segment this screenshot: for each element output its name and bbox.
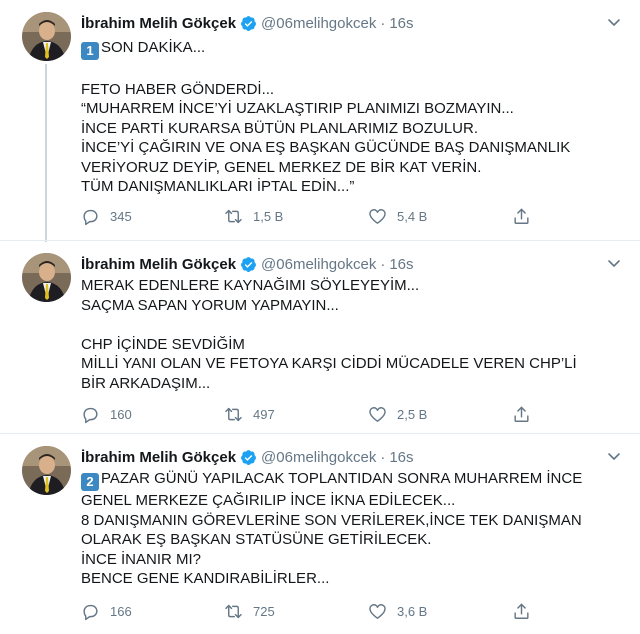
tweet-text: 1 SON DAKİKA... FETO HABER GÖNDERDİ... “M… <box>81 38 621 197</box>
tweet-thread: İbrahim Melih Gökçek @06melihgokcek · 16… <box>0 0 640 634</box>
reply-icon <box>83 604 98 620</box>
retweet-count: 1,5 B <box>253 208 284 224</box>
like-count: 2,5 B <box>397 406 428 422</box>
tweet-3[interactable]: İbrahim Melih Gökçek @06melihgokcek · 16… <box>0 433 640 634</box>
reply-button[interactable]: 160 <box>81 404 132 424</box>
tweet-line: “MUHARREM İNCE’Yİ UZAKLAŞTIRIP PLANIMIZI… <box>81 100 514 117</box>
avatar[interactable] <box>22 253 71 302</box>
tweet-line: BENCE GENE KANDIRABİLİRLER... <box>81 570 330 587</box>
like-button[interactable]: 2,5 B <box>368 404 427 424</box>
tweet-actions: 160 497 2,5 B <box>81 404 541 424</box>
share-button[interactable] <box>512 601 541 621</box>
chevron-down-icon[interactable] <box>606 14 622 30</box>
tweet-timestamp[interactable]: 16s <box>389 449 413 466</box>
tweet-header: İbrahim Melih Gökçek @06melihgokcek · 16… <box>81 13 414 33</box>
chevron-down-icon[interactable] <box>606 255 622 271</box>
tweet-line: SAÇMA SAPAN YORUM YAPMAYIN... <box>81 296 339 314</box>
reply-icon <box>83 407 98 423</box>
tweet-line: GENEL MERKEZE ÇAĞIRILIP İNCE İKNA EDİLEC… <box>81 492 456 509</box>
share-button[interactable] <box>512 206 541 226</box>
heart-icon <box>369 406 386 422</box>
tweet-line <box>81 315 621 335</box>
tweet-1[interactable]: İbrahim Melih Gökçek @06melihgokcek · 16… <box>0 0 640 242</box>
tweet-line: İNCE PARTİ KURARSA BÜTÜN PLANLARIMIZ BOZ… <box>81 119 479 137</box>
retweet-icon <box>225 604 242 618</box>
author-handle[interactable]: @06melihgokcek <box>261 449 376 466</box>
separator-dot: · <box>380 14 386 32</box>
tweet-actions: 345 1,5 B 5,4 B <box>81 206 541 226</box>
tweet-actions: 166 725 3,6 B <box>81 601 541 621</box>
verified-badge-icon <box>241 256 256 272</box>
reply-count: 345 <box>110 208 132 224</box>
retweet-button[interactable]: 1,5 B <box>224 206 283 226</box>
author-name[interactable]: İbrahim Melih Gökçek <box>81 256 236 273</box>
tweet-line: TÜM DANIŞMANLIKLARI İPTAL EDİN...” <box>81 178 355 195</box>
tweet-line: CHP İÇİNDE SEVDİĞİM <box>81 335 245 353</box>
reply-icon <box>83 209 98 225</box>
tweet-2[interactable]: İbrahim Melih Gökçek @06melihgokcek · 16… <box>0 240 640 433</box>
tweet-line: BİR ARKADAŞIM... <box>81 374 211 392</box>
avatar[interactable] <box>22 446 71 495</box>
separator-dot: · <box>380 448 386 466</box>
share-icon <box>514 406 529 422</box>
tweet-line <box>81 60 621 80</box>
tweet-text: MERAK EDENLERE KAYNAĞIMI SÖYLEYEYİM... S… <box>81 276 621 393</box>
retweet-count: 497 <box>253 406 275 422</box>
tweet-line: İNCE İNANIR MI? <box>81 550 202 568</box>
tweet-line: 1 SON DAKİKA... <box>81 38 621 60</box>
tweet-line: 2 PAZAR GÜNÜ YAPILACAK TOPLANTIDAN SONRA … <box>81 469 621 491</box>
keycap-one-emoji: 1 <box>81 42 99 60</box>
tweet-header: İbrahim Melih Gökçek @06melihgokcek · 16… <box>81 447 414 467</box>
share-button[interactable] <box>512 404 541 424</box>
tweet-line: FETO HABER GÖNDERDİ... <box>81 80 275 98</box>
tweet-line: VERİYORUZ DEYİP, GENEL MERKEZ DE BİR KAT… <box>81 158 482 176</box>
verified-badge-icon <box>241 15 256 31</box>
tweet-timestamp[interactable]: 16s <box>389 15 413 32</box>
thread-connector <box>45 64 47 242</box>
author-handle[interactable]: @06melihgokcek <box>261 256 376 273</box>
retweet-button[interactable]: 497 <box>224 404 275 424</box>
like-button[interactable]: 3,6 B <box>368 601 427 621</box>
tweet-line-text: PAZAR GÜNÜ YAPILACAK TOPLANTIDAN SONRA M… <box>101 470 583 487</box>
heart-icon <box>369 603 386 619</box>
retweet-count: 725 <box>253 603 275 619</box>
tweet-line: MERAK EDENLERE KAYNAĞIMI SÖYLEYEYİM... <box>81 277 420 294</box>
heart-icon <box>369 208 386 224</box>
retweet-button[interactable]: 725 <box>224 601 275 621</box>
tweet-line-text: SON DAKİKA... <box>101 39 206 56</box>
reply-count: 166 <box>110 603 132 619</box>
separator-dot: · <box>380 255 386 273</box>
reply-count: 160 <box>110 406 132 422</box>
author-name[interactable]: İbrahim Melih Gökçek <box>81 15 236 32</box>
tweet-timestamp[interactable]: 16s <box>389 256 413 273</box>
like-button[interactable]: 5,4 B <box>368 206 427 226</box>
tweet-line: 8 DANIŞMANIN GÖREVLERİNE SON VERİLEREK,İ… <box>81 511 582 529</box>
retweet-icon <box>225 407 242 421</box>
reply-button[interactable]: 166 <box>81 601 132 621</box>
retweet-icon <box>225 209 242 223</box>
avatar[interactable] <box>22 12 71 61</box>
chevron-down-icon[interactable] <box>606 448 622 464</box>
tweet-line: MİLLİ YANI OLAN VE FETOYA KARŞI CİDDİ MÜ… <box>81 355 577 372</box>
tweet-line: OLARAK EŞ BAŞKAN STATÜSÜNE GETİRİLECEK. <box>81 531 432 548</box>
share-icon <box>514 208 529 224</box>
tweet-header: İbrahim Melih Gökçek @06melihgokcek · 16… <box>81 254 414 274</box>
like-count: 5,4 B <box>397 208 428 224</box>
author-handle[interactable]: @06melihgokcek <box>261 15 376 32</box>
share-icon <box>514 603 529 619</box>
tweet-text: 2 PAZAR GÜNÜ YAPILACAK TOPLANTIDAN SONRA … <box>81 469 621 589</box>
keycap-two-emoji: 2 <box>81 473 99 491</box>
like-count: 3,6 B <box>397 603 428 619</box>
author-name[interactable]: İbrahim Melih Gökçek <box>81 449 236 466</box>
reply-button[interactable]: 345 <box>81 206 132 226</box>
tweet-line: İNCE’Yİ ÇAĞIRIN VE ONA EŞ BAŞKAN GÜCÜNDE… <box>81 139 571 156</box>
verified-badge-icon <box>241 449 256 465</box>
